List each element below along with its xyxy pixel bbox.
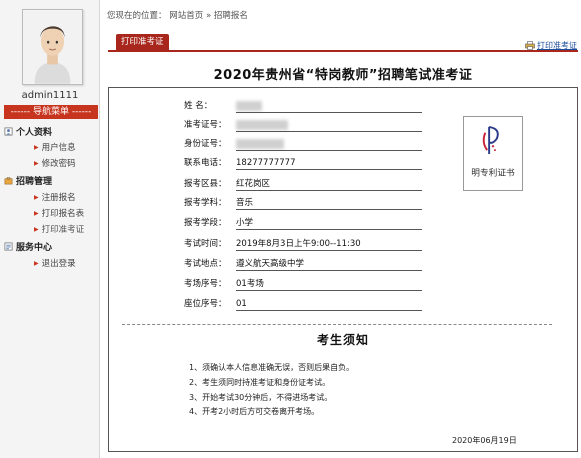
tab-underline xyxy=(108,50,578,52)
service-icon xyxy=(4,242,13,251)
field-underline xyxy=(236,250,422,251)
candidate-photo: 明专利证书 xyxy=(463,116,523,191)
admission-card-title: 2020年贵州省“特岗教师”招聘笔试准考证 xyxy=(213,68,473,83)
breadcrumb: 您现在的位置： 网站首页 » 招聘报名 xyxy=(107,9,248,21)
dashed-separator xyxy=(122,324,552,325)
notice-item: 2、考生须同时持准考证和身份证考试。 xyxy=(189,378,331,387)
notice-item: 1、须确认本人信息准确无误，否则后果自负。 xyxy=(189,363,355,372)
username: admin1111 xyxy=(21,90,79,101)
notice-item: 3、开始考试30分钟后，不得进场考试。 xyxy=(189,393,333,402)
field-phone: 联系电话： 18277777777 xyxy=(184,158,296,168)
print-link-label: 打印准考证 xyxy=(537,41,577,50)
print-admission-link[interactable]: 打印准考证 xyxy=(525,40,577,51)
sidebar: admin1111 ------ 导航菜单 ------ 个人资料 ▶ 用户信息 … xyxy=(0,0,100,458)
redacted-value xyxy=(236,100,262,111)
field-exam-time: 考试时间： 2019年8月3日上午9:00--11:30 xyxy=(184,239,361,249)
field-underline xyxy=(236,229,422,230)
nav-section-profile: 个人资料 xyxy=(4,125,52,138)
tab-print-admission[interactable]: 打印准考证 xyxy=(116,34,169,50)
arrow-right-icon: ▶ xyxy=(34,194,39,201)
nav-section-label: 招聘管理 xyxy=(16,177,53,187)
printer-icon xyxy=(525,41,535,50)
field-underline xyxy=(236,290,422,291)
person-icon xyxy=(4,127,13,136)
issue-date: 2020年06月19日 xyxy=(452,436,517,445)
field-room: 考场序号： 01考场 xyxy=(184,279,264,289)
arrow-right-icon: ▶ xyxy=(34,160,39,167)
field-district: 报考区县： 红花岗区 xyxy=(184,179,271,189)
briefcase-icon xyxy=(4,177,13,185)
person-avatar-icon xyxy=(23,10,82,84)
nav-section-service: 服务中心 xyxy=(4,240,52,253)
field-exam-location: 考试地点： 遵义航天高级中学 xyxy=(184,259,305,269)
nav-section-label: 个人资料 xyxy=(16,128,53,138)
sidebar-item-print-admission[interactable]: ▶ 打印准考证 xyxy=(34,223,84,235)
arrow-right-icon: ▶ xyxy=(34,226,39,233)
nav-section-recruitment: 招聘管理 xyxy=(4,174,52,187)
nav-section-label: 服务中心 xyxy=(16,243,53,253)
sidebar-item-register[interactable]: ▶ 注册报名 xyxy=(34,191,76,203)
field-underline xyxy=(236,209,422,210)
field-underline xyxy=(236,190,422,191)
field-seat: 座位序号： 01 xyxy=(184,299,247,309)
avatar xyxy=(22,9,83,85)
arrow-right-icon: ▶ xyxy=(34,210,39,217)
field-subject: 报考学科： 音乐 xyxy=(184,198,254,208)
breadcrumb-current-link[interactable]: 招聘报名 xyxy=(214,11,248,21)
field-underline xyxy=(236,131,422,132)
patent-certificate-image: 明专利证书 xyxy=(464,117,522,190)
arrow-right-icon: ▶ xyxy=(34,144,39,151)
field-underline xyxy=(236,112,422,113)
field-underline xyxy=(236,169,422,170)
sidebar-item-print-form[interactable]: ▶ 打印报名表 xyxy=(34,207,84,219)
field-underline xyxy=(236,270,422,271)
field-level: 报考学段： 小学 xyxy=(184,218,254,228)
notice-item: 4、开考2小时后方可交卷离开考场。 xyxy=(189,407,320,416)
breadcrumb-separator: » xyxy=(205,11,212,21)
redacted-value xyxy=(236,138,284,149)
nav-menu-header: ------ 导航菜单 ------ xyxy=(4,105,98,119)
sidebar-item-logout[interactable]: ▶ 退出登录 xyxy=(34,257,76,269)
field-id-number: 身份证号： xyxy=(184,137,284,151)
redacted-value xyxy=(236,119,288,130)
sidebar-item-change-password[interactable]: ▶ 修改密码 xyxy=(34,157,76,169)
field-underline xyxy=(236,310,422,311)
field-exam-number: 准考证号： xyxy=(184,118,288,132)
breadcrumb-prefix: 您现在的位置： xyxy=(107,11,167,21)
arrow-right-icon: ▶ xyxy=(34,260,39,267)
sidebar-item-user-info[interactable]: ▶ 用户信息 xyxy=(34,141,76,153)
photo-caption: 明专利证书 xyxy=(471,166,515,178)
breadcrumb-home-link[interactable]: 网站首页 xyxy=(169,11,203,21)
field-underline xyxy=(236,150,422,151)
field-name: 姓 名： xyxy=(184,99,262,113)
notice-title: 考生须知 xyxy=(316,333,369,347)
